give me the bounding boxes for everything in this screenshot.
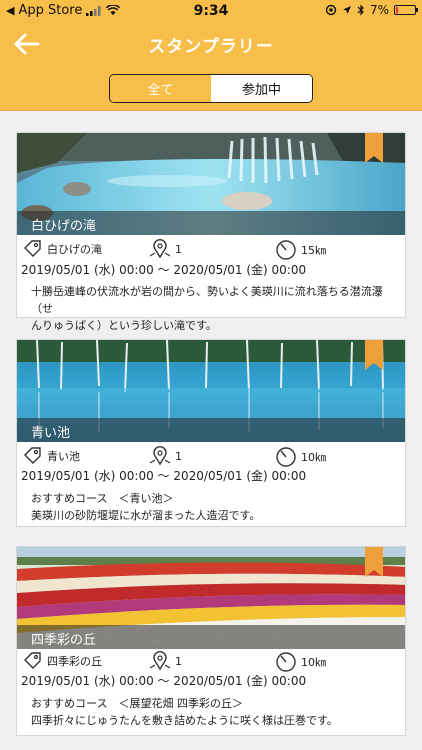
period-dates: 2019/05/01 (水) 00:00 〜 2020/05/01 (金) 00… <box>21 263 307 277</box>
filter-segmented-control: 全て 参加中 <box>109 74 313 103</box>
nav-bar: スタンプラリー <box>0 22 422 66</box>
location-icon <box>342 6 351 14</box>
checkpoint-count: 1 <box>175 449 182 463</box>
bluetooth-icon <box>357 4 364 16</box>
tag-icon <box>24 240 41 257</box>
spot-name: 青い池 <box>47 450 80 463</box>
battery-icon <box>394 5 418 15</box>
distance-value: 10㎞ <box>301 451 326 464</box>
distance-icon <box>276 447 296 467</box>
tag-icon <box>24 652 41 669</box>
spot-name: 白ひげの滝 <box>47 243 102 256</box>
card-description: 十勝岳連峰の伏流水が岩の間から、勢いよく美瑛川に流れ落ちる潜流瀑（せ んりゅうば… <box>31 283 391 334</box>
distance-value: 15㎞ <box>301 244 326 257</box>
checkpoint-count: 1 <box>175 242 182 256</box>
description-line: 美瑛川の砂防堰堤に水が溜まった人造沼です。 <box>31 509 261 522</box>
bookmark-ribbon-icon <box>365 547 383 577</box>
filter-bar: 全て 参加中 <box>0 66 422 111</box>
card-photo: 青い池 <box>17 340 405 442</box>
card-photo: 四季彩の丘 <box>17 547 405 649</box>
period-dates: 2019/05/01 (水) 00:00 〜 2020/05/01 (金) 00… <box>21 674 307 688</box>
stamp-rally-card[interactable]: 四季彩の丘 四季彩の丘 1 10㎞ 2019/05/01 (水) 00:00 〜… <box>16 546 406 736</box>
checkpoint-count: 1 <box>175 654 182 668</box>
segment-all[interactable]: 全て <box>110 75 211 102</box>
distance-icon <box>276 652 296 672</box>
stamp-rally-card[interactable]: 青い池 青い池 1 10㎞ 2019/05/01 (水) 00:00 〜 202… <box>16 339 406 527</box>
map-pin-icon <box>149 239 171 259</box>
description-line: おすすめコース ＜展望花畑 四季彩の丘＞ <box>31 697 243 710</box>
card-description: おすすめコース ＜青い池＞ 美瑛川の砂防堰堤に水が溜まった人造沼です。 <box>31 490 391 524</box>
distance-icon <box>276 240 296 260</box>
description-line: 十勝岳連峰の伏流水が岩の間から、勢いよく美瑛川に流れ落ちる潜流瀑（せ <box>31 285 383 315</box>
segment-joined[interactable]: 参加中 <box>211 75 312 102</box>
map-pin-icon <box>149 651 171 671</box>
card-title: 青い池 <box>17 418 405 442</box>
period-dates: 2019/05/01 (水) 00:00 〜 2020/05/01 (金) 00… <box>21 469 307 483</box>
card-photo: 白ひげの滝 <box>17 133 405 235</box>
description-line: 四季折々にじゅうたんを敷き詰めたように咲く様は圧巻です。 <box>31 714 338 727</box>
rotation-lock-icon <box>325 4 337 16</box>
card-title: 白ひげの滝 <box>17 211 405 235</box>
battery-percent: 7% <box>369 3 389 17</box>
page-title: スタンプラリー <box>148 37 274 57</box>
status-bar: ◀ App Store 9:34 7% <box>0 0 422 22</box>
spot-name: 四季彩の丘 <box>47 655 102 668</box>
distance-value: 10㎞ <box>301 656 326 669</box>
stamp-rally-card[interactable]: 白ひげの滝 白ひげの滝 1 15㎞ 2019/05/01 (水) 00:00 〜… <box>16 132 406 332</box>
description-line: おすすめコース ＜青い池＞ <box>31 492 174 505</box>
card-title: 四季彩の丘 <box>17 625 405 649</box>
card-description: おすすめコース ＜展望花畑 四季彩の丘＞ 四季折々にじゅうたんを敷き詰めたように… <box>31 695 391 729</box>
bookmark-ribbon-icon <box>365 133 383 163</box>
tag-icon <box>24 447 41 464</box>
map-pin-icon <box>149 446 171 466</box>
bookmark-ribbon-icon <box>365 340 383 370</box>
description-line: んりゅうばく）という珍しい滝です。 <box>31 319 217 332</box>
